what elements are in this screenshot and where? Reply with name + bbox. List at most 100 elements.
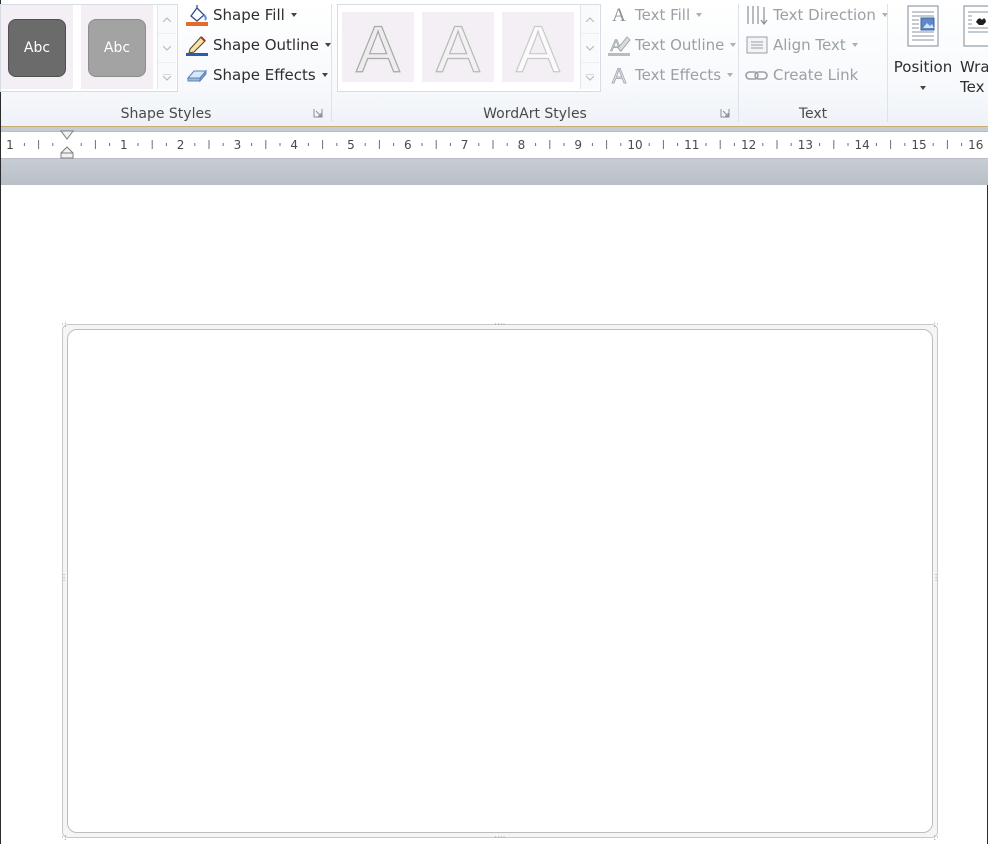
resize-handle-top-left[interactable]: ·: bbox=[61, 321, 67, 330]
resize-handle-bottom[interactable]: ···· bbox=[494, 834, 505, 843]
wordart-gallery-scroll bbox=[580, 5, 599, 89]
text-fill-label: Text Fill bbox=[635, 6, 691, 24]
svg-text:A: A bbox=[612, 65, 626, 86]
text-direction-button[interactable]: Text Direction bbox=[745, 2, 888, 28]
wordart-gallery: A A A bbox=[337, 4, 601, 92]
resize-handle-top[interactable]: ···· bbox=[494, 321, 505, 330]
ruler-label: 13 bbox=[798, 138, 813, 152]
paint-bucket-icon bbox=[185, 4, 209, 26]
ribbon: Abc Abc Shape Fill Shape Outline Shape E… bbox=[0, 0, 988, 127]
resize-handle-bottom-left[interactable]: ·: bbox=[61, 834, 67, 843]
ruler-label: 8 bbox=[518, 138, 526, 152]
chain-link-icon bbox=[745, 64, 769, 86]
wrap-text-button[interactable]: Wra Tex bbox=[960, 4, 988, 96]
horizontal-ruler[interactable]: 1 1 2 3 4 5 6 7 8 9 10 11 12 13 14 15 16 bbox=[1, 127, 988, 185]
text-direction-label: Text Direction bbox=[773, 6, 876, 24]
gallery-down-button[interactable] bbox=[158, 34, 176, 63]
ruler-label: 6 bbox=[404, 138, 412, 152]
group-label-text: Text bbox=[798, 106, 828, 122]
resize-handle-top-right[interactable]: :· bbox=[933, 321, 939, 330]
shape-effects-label: Shape Effects bbox=[213, 66, 316, 84]
ruler-label: 10 bbox=[627, 138, 642, 152]
group-arrange: Position Wra Tex bbox=[888, 0, 988, 126]
dialog-launcher-icon[interactable] bbox=[313, 108, 323, 118]
resize-handle-bottom-right[interactable]: :· bbox=[933, 834, 939, 843]
chevron-down-icon bbox=[163, 45, 171, 51]
group-text: Text Direction Align Text Create Link Te… bbox=[739, 0, 888, 126]
dropdown-caret-icon bbox=[290, 13, 297, 17]
svg-text:A: A bbox=[436, 12, 480, 82]
pencil-icon bbox=[185, 34, 209, 56]
resize-handle-left[interactable]: ··· bbox=[58, 573, 68, 582]
ruler-label: 15 bbox=[911, 138, 926, 152]
gallery-up-button[interactable] bbox=[158, 5, 176, 34]
wordart-a-icon: A bbox=[515, 12, 560, 82]
indent-marker-icon[interactable] bbox=[60, 130, 74, 160]
text-direction-icon bbox=[745, 4, 769, 26]
dialog-launcher-icon[interactable] bbox=[720, 108, 730, 118]
ruler-ticks: 1 1 2 3 4 5 6 7 8 9 10 11 12 13 14 15 16 bbox=[6, 138, 983, 152]
ruler-label: 5 bbox=[347, 138, 355, 152]
dropdown-caret-icon bbox=[920, 86, 926, 90]
wrap-text-icon bbox=[963, 5, 988, 47]
ruler-label: 12 bbox=[741, 138, 756, 152]
ruler-lower-band bbox=[1, 159, 988, 185]
ruler-label: 14 bbox=[855, 138, 870, 152]
gallery-more-button[interactable] bbox=[158, 63, 176, 91]
text-effects-button[interactable]: A Text Effects bbox=[607, 62, 734, 89]
group-label-wordart-styles: WordArt Styles bbox=[483, 106, 587, 122]
wordart-style-2[interactable]: A bbox=[422, 12, 494, 82]
position-button[interactable]: Position bbox=[892, 4, 954, 94]
shape-outline-label: Shape Outline bbox=[213, 36, 320, 54]
dropdown-caret-icon bbox=[730, 43, 737, 47]
wrap-text-label-line1: Wra bbox=[960, 58, 988, 76]
document-canvas[interactable]: ···· ···· ··· ··· ·: :· ·: :· bbox=[1, 185, 987, 844]
shape-styles-gallery-scroll bbox=[157, 5, 176, 89]
text-box-shape[interactable]: ···· ···· ··· ··· ·: :· ·: :· bbox=[58, 321, 940, 843]
wordart-style-1[interactable]: A bbox=[342, 12, 414, 82]
more-icon bbox=[586, 73, 594, 81]
shape-outline-button[interactable]: Shape Outline bbox=[185, 32, 332, 58]
text-box-content[interactable] bbox=[67, 329, 933, 833]
shape-style-swatch-light[interactable]: Abc bbox=[88, 19, 146, 77]
shape-style-swatch-dark[interactable]: Abc bbox=[8, 19, 66, 77]
wordart-a-icon: A bbox=[435, 12, 480, 82]
text-effects-icon: A bbox=[607, 64, 631, 89]
text-fill-button[interactable]: A Text Fill bbox=[607, 2, 703, 28]
text-outline-button[interactable]: A Text Outline bbox=[607, 32, 737, 58]
chevron-down-icon bbox=[586, 45, 594, 51]
ruler-label: 16 bbox=[968, 138, 983, 152]
ruler-label: 7 bbox=[461, 138, 469, 152]
text-outline-icon: A bbox=[607, 34, 631, 56]
shape-effects-button[interactable]: Shape Effects bbox=[185, 62, 328, 88]
gallery-down-button[interactable] bbox=[581, 34, 599, 63]
ruler-label: 11 bbox=[684, 138, 699, 152]
position-icon bbox=[907, 5, 939, 47]
align-text-label: Align Text bbox=[773, 36, 846, 54]
create-link-button[interactable]: Create Link bbox=[745, 62, 858, 88]
align-text-button[interactable]: Align Text bbox=[745, 32, 858, 58]
gallery-up-button[interactable] bbox=[581, 5, 599, 34]
wordart-style-3[interactable]: A bbox=[502, 12, 574, 82]
resize-handle-right[interactable]: ··· bbox=[930, 573, 940, 582]
dropdown-caret-icon bbox=[696, 13, 703, 17]
create-link-label: Create Link bbox=[773, 66, 859, 84]
shape-effects-icon bbox=[185, 64, 209, 86]
position-label: Position bbox=[893, 58, 953, 76]
shape-fill-label: Shape Fill bbox=[213, 6, 285, 24]
ruler-label: 2 bbox=[177, 138, 185, 152]
text-effects-label: Text Effects bbox=[635, 66, 722, 84]
ruler-label: 1 bbox=[120, 138, 128, 152]
ruler-band: 1 1 2 3 4 5 6 7 8 9 10 11 12 13 14 15 16 bbox=[1, 131, 988, 159]
chevron-up-icon bbox=[163, 16, 171, 22]
group-label-shape-styles: Shape Styles bbox=[120, 106, 212, 122]
ruler-label: 9 bbox=[574, 138, 582, 152]
more-icon bbox=[163, 73, 171, 81]
ruler-label: 4 bbox=[290, 138, 298, 152]
ruler-label: 3 bbox=[234, 138, 242, 152]
gallery-more-button[interactable] bbox=[581, 63, 599, 91]
wordart-a-icon: A bbox=[355, 12, 400, 82]
dropdown-caret-icon bbox=[321, 73, 328, 77]
shape-fill-button[interactable]: Shape Fill bbox=[185, 2, 297, 28]
wrap-text-label-line2: Tex bbox=[960, 78, 985, 96]
